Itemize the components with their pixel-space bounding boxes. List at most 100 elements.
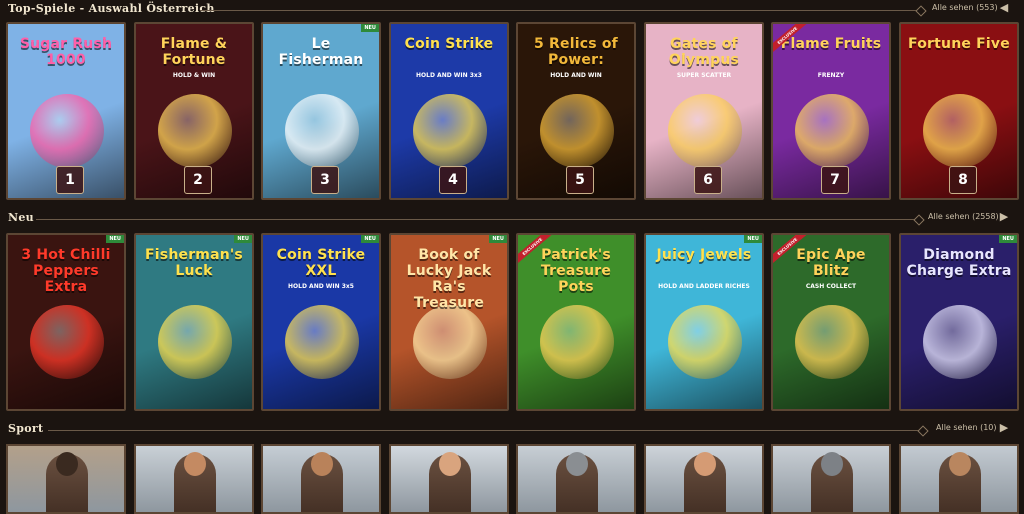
game-title: Le Fisherman: [278, 36, 364, 68]
rank-badge: 8: [949, 166, 977, 194]
game-subtitle: FRENZY: [817, 72, 845, 79]
game-card[interactable]: Coin Strike XXL HOLD AND WIN 3x5 NEU: [261, 233, 381, 411]
rank-badge: 1: [56, 166, 84, 194]
game-artwork: [285, 305, 359, 379]
rank-badge: 6: [694, 166, 722, 194]
sport-card[interactable]: [899, 444, 1019, 514]
sport-legionary-head: [949, 452, 971, 476]
rank-badge: 2: [184, 166, 212, 194]
game-artwork: [158, 94, 232, 168]
game-artwork: [30, 94, 104, 168]
game-subtitle: CASH COLLECT: [805, 283, 857, 290]
section-title: Neu: [8, 211, 34, 224]
game-subtitle: HOLD AND WIN 3x5: [288, 283, 354, 290]
see-all-link[interactable]: Alle sehen (2558): [928, 212, 999, 221]
game-card[interactable]: Patrick's Treasure Pots EXCLUSIVE: [516, 233, 636, 411]
section-title: Top-Spiele - Auswahl Österreich: [8, 2, 215, 15]
sport-gladiator-2-head: [311, 452, 333, 476]
section-divider: [200, 10, 922, 11]
new-badge: NEU: [489, 235, 507, 243]
game-title: Flame Fruits: [780, 36, 882, 52]
game-card[interactable]: Book of Lucky Jack Ra's Treasure NEU: [389, 233, 509, 411]
rank-badge: 7: [821, 166, 849, 194]
new-badge: NEU: [106, 235, 124, 243]
sport-card[interactable]: [134, 444, 254, 514]
game-artwork: [158, 305, 232, 379]
new-badge: NEU: [361, 24, 379, 32]
arrow-right-icon[interactable]: ▶: [998, 210, 1010, 224]
sport-card[interactable]: [516, 444, 636, 514]
rank-badge: 4: [439, 166, 467, 194]
game-artwork: [668, 305, 742, 379]
section-divider: [48, 430, 924, 431]
game-card[interactable]: Fisherman's Luck NEU: [134, 233, 254, 411]
game-artwork: [540, 305, 614, 379]
sport-warrior-head: [694, 452, 716, 476]
game-title: Gates of Olympus: [668, 36, 740, 68]
section-title: Sport: [8, 422, 44, 435]
game-title: Book of Lucky Jack Ra's Treasure: [406, 247, 492, 311]
game-card[interactable]: Le Fisherman NEU 3: [261, 22, 381, 200]
game-artwork: [413, 305, 487, 379]
game-card[interactable]: Sugar Rush 1000 1: [6, 22, 126, 200]
game-title: Sugar Rush 1000: [19, 36, 113, 68]
game-title: Coin Strike: [404, 36, 494, 52]
game-card[interactable]: Coin Strike HOLD AND WIN 3x3 4: [389, 22, 509, 200]
game-card[interactable]: 3 Hot Chilli Peppers Extra NEU: [6, 233, 126, 411]
game-subtitle: HOLD AND LADDER RICHES: [658, 283, 750, 290]
game-title: Fisherman's Luck: [145, 247, 243, 279]
section-header: Neu Alle sehen (2558) ▶: [0, 209, 1024, 227]
section-header: Top-Spiele - Auswahl Österreich Alle seh…: [0, 0, 1024, 18]
section-divider: [36, 219, 920, 220]
section-new-games: Neu Alle sehen (2558) ▶ 3 Hot Chilli Pep…: [0, 209, 1024, 411]
game-card[interactable]: Flame Fruits FRENZY EXCLUSIVE 7: [771, 22, 891, 200]
sport-app-head: [56, 452, 78, 476]
game-title: Epic Ape Blitz: [796, 247, 866, 279]
game-card[interactable]: Gates of Olympus SUPER SCATTER 6: [644, 22, 764, 200]
arrow-right-icon[interactable]: ◀: [998, 1, 1010, 15]
game-title: Coin Strike XXL: [276, 247, 366, 279]
game-card[interactable]: Fortune Five 8: [899, 22, 1019, 200]
sport-card[interactable]: [389, 444, 509, 514]
sport-card[interactable]: [6, 444, 126, 514]
new-badge: NEU: [234, 235, 252, 243]
game-title: Patrick's Treasure Pots: [540, 247, 612, 295]
sport-tennis-head: [439, 452, 461, 476]
new-badge: NEU: [999, 235, 1017, 243]
section-header: Sport Alle sehen (10) ▶: [0, 420, 1024, 438]
see-all-link[interactable]: Alle sehen (553): [932, 3, 998, 12]
see-all-link[interactable]: Alle sehen (10): [936, 423, 997, 432]
section-top-games: Top-Spiele - Auswahl Österreich Alle seh…: [0, 0, 1024, 200]
new-badge: NEU: [361, 235, 379, 243]
game-subtitle: HOLD AND WIN 3x3: [416, 72, 482, 79]
game-card[interactable]: Epic Ape Blitz CASH COLLECT EXCLUSIVE: [771, 233, 891, 411]
game-card[interactable]: 5 Relics of Power: HOLD AND WIN 5: [516, 22, 636, 200]
game-subtitle: HOLD & WIN: [172, 72, 216, 79]
game-title: 5 Relics of Power:: [534, 36, 618, 68]
game-title: Fortune Five: [908, 36, 1010, 52]
sport-knight-1-head: [566, 452, 588, 476]
sport-knight-2-head: [821, 452, 843, 476]
sport-gladiator-1-head: [184, 452, 206, 476]
game-artwork: [668, 94, 742, 168]
game-card[interactable]: Juicy Jewels HOLD AND LADDER RICHES NEU: [644, 233, 764, 411]
game-card[interactable]: Flame & Fortune HOLD & WIN 2: [134, 22, 254, 200]
sport-card[interactable]: [644, 444, 764, 514]
section-sport: Sport Alle sehen (10) ▶: [0, 420, 1024, 514]
sport-card[interactable]: [771, 444, 891, 514]
game-card[interactable]: Diamond Charge Extra NEU: [899, 233, 1019, 411]
game-subtitle: HOLD AND WIN: [550, 72, 602, 79]
arrow-right-icon[interactable]: ▶: [998, 421, 1010, 435]
sport-card[interactable]: [261, 444, 381, 514]
game-artwork: [413, 94, 487, 168]
game-title: Flame & Fortune: [160, 36, 228, 68]
game-subtitle: SUPER SCATTER: [676, 72, 732, 79]
game-artwork: [30, 305, 104, 379]
game-artwork: [923, 305, 997, 379]
game-title: Diamond Charge Extra: [906, 247, 1012, 279]
game-title: Juicy Jewels: [656, 247, 752, 263]
game-artwork: [795, 94, 869, 168]
rank-badge: 5: [566, 166, 594, 194]
new-badge: NEU: [744, 235, 762, 243]
game-artwork: [540, 94, 614, 168]
